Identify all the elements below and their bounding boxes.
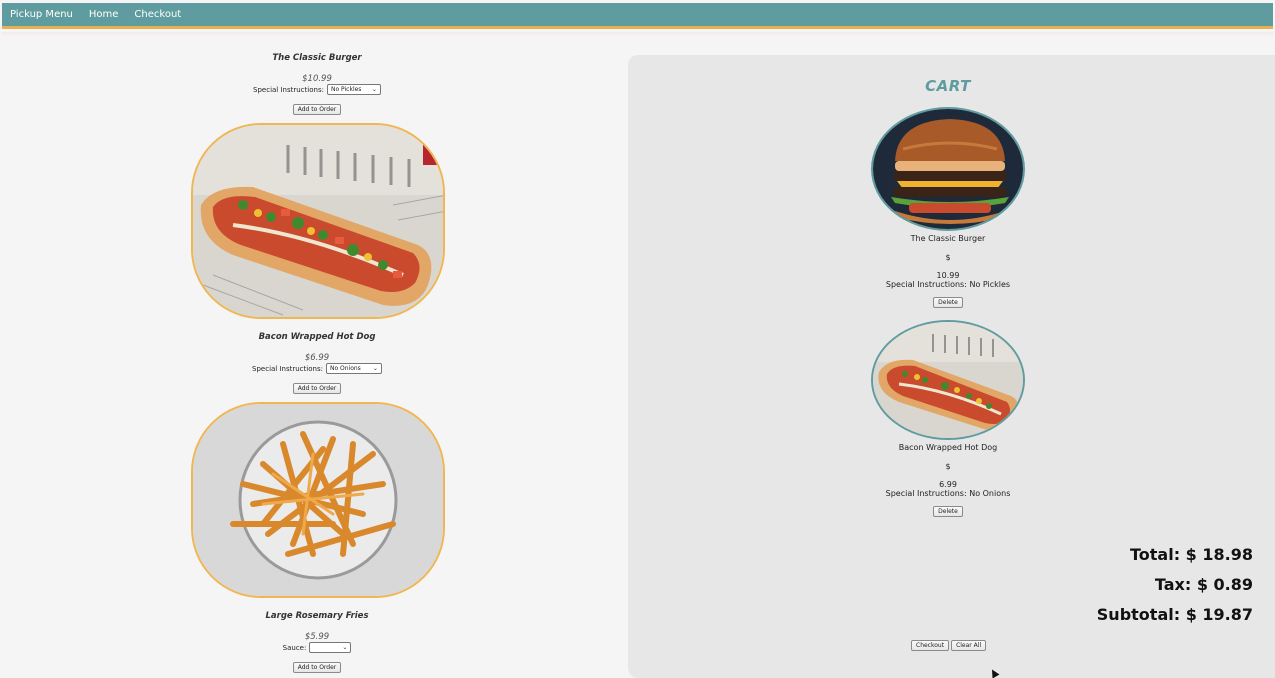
cart-totals: Total: $ 18.98 Tax: $ 0.89 Subtotal: $ 1… bbox=[1097, 540, 1253, 630]
menu-item-price: $6.99 bbox=[304, 353, 330, 363]
menu-item-fries: Large Rosemary Fries $5.99 Sauce: ⌄ Add … bbox=[0, 611, 634, 673]
menu-item-title: Bacon Wrapped Hot Dog bbox=[258, 332, 376, 342]
menu-item-burger: The Classic Burger $10.99 Special Instru… bbox=[0, 53, 634, 115]
cart-item-burger: The Classic Burger $ 10.99 Special Instr… bbox=[628, 107, 1268, 308]
add-to-order-button[interactable]: Add to Order bbox=[292, 104, 342, 115]
chevron-down-icon: ⌄ bbox=[342, 643, 348, 651]
cart-title: CART bbox=[925, 77, 971, 95]
top-navbar: Pickup Menu Home Checkout bbox=[2, 3, 1273, 29]
hotdog-photo bbox=[871, 320, 1025, 440]
hotdog-photo bbox=[191, 123, 445, 319]
nav-home[interactable]: Home bbox=[89, 9, 119, 20]
menu-item-hotdog: Bacon Wrapped Hot Dog $6.99 Special Inst… bbox=[0, 332, 634, 394]
hotdog-image bbox=[193, 125, 443, 317]
cart-item-name: Bacon Wrapped Hot Dog bbox=[898, 443, 998, 452]
cart-item-instructions: Special Instructions: No Pickles bbox=[885, 280, 1011, 289]
burger-image bbox=[873, 109, 1023, 229]
select-value: No Onions bbox=[329, 365, 361, 372]
nav-divider bbox=[2, 32, 1273, 38]
cart-item-currency: $ bbox=[945, 462, 951, 471]
fries-image bbox=[193, 404, 443, 596]
menu-item-title: Large Rosemary Fries bbox=[265, 611, 369, 621]
special-instructions-row: Special Instructions: No Pickles ⌄ bbox=[253, 84, 381, 95]
cart-item-price: 6.99 bbox=[939, 480, 957, 489]
add-to-order-button[interactable]: Add to Order bbox=[292, 383, 342, 394]
delete-button[interactable]: Delete bbox=[933, 297, 963, 308]
special-instructions-row: Special Instructions: No Onions ⌄ bbox=[252, 363, 382, 374]
special-instructions-label: Special Instructions: bbox=[252, 364, 323, 373]
total-amount: Total: $ 18.98 bbox=[1130, 545, 1253, 564]
tax-amount: Tax: $ 0.89 bbox=[1154, 575, 1253, 594]
burger-photo bbox=[871, 107, 1025, 231]
cart-item-instructions: Special Instructions: No Onions bbox=[885, 489, 1011, 498]
cart-item-hotdog: Bacon Wrapped Hot Dog $ 6.99 Special Ins… bbox=[628, 320, 1268, 517]
menu-item-price: $10.99 bbox=[302, 74, 332, 84]
add-to-order-button[interactable]: Add to Order bbox=[292, 662, 342, 673]
clear-all-button[interactable]: Clear All bbox=[951, 640, 987, 651]
sauce-row: Sauce: ⌄ bbox=[283, 642, 352, 653]
fries-photo bbox=[191, 402, 445, 598]
special-instructions-select[interactable]: No Pickles ⌄ bbox=[326, 84, 381, 95]
cart-item-currency: $ bbox=[945, 253, 951, 262]
menu-item-title: The Classic Burger bbox=[272, 53, 362, 63]
nav-pickup-menu[interactable]: Pickup Menu bbox=[10, 9, 73, 20]
cart-item-name: The Classic Burger bbox=[910, 234, 986, 243]
chevron-down-icon: ⌄ bbox=[371, 85, 377, 93]
nav-checkout[interactable]: Checkout bbox=[134, 9, 181, 20]
checkout-button[interactable]: Checkout bbox=[911, 640, 950, 651]
special-instructions-select[interactable]: No Onions ⌄ bbox=[325, 363, 382, 374]
subtotal-amount: Subtotal: $ 19.87 bbox=[1096, 605, 1253, 624]
select-value: No Pickles bbox=[330, 86, 362, 93]
special-instructions-label: Special Instructions: bbox=[253, 85, 324, 94]
sauce-select[interactable]: ⌄ bbox=[309, 642, 352, 653]
sauce-label: Sauce: bbox=[282, 643, 307, 652]
cart-panel: CART The Classic Burger $ 10.99 Special … bbox=[628, 55, 1275, 678]
delete-button[interactable]: Delete bbox=[933, 506, 963, 517]
cart-actions: Checkout Clear All bbox=[911, 640, 987, 651]
cart-item-price: 10.99 bbox=[936, 271, 960, 280]
chevron-down-icon: ⌄ bbox=[372, 364, 378, 372]
hotdog-image bbox=[873, 322, 1023, 438]
menu-item-price: $5.99 bbox=[304, 632, 330, 642]
